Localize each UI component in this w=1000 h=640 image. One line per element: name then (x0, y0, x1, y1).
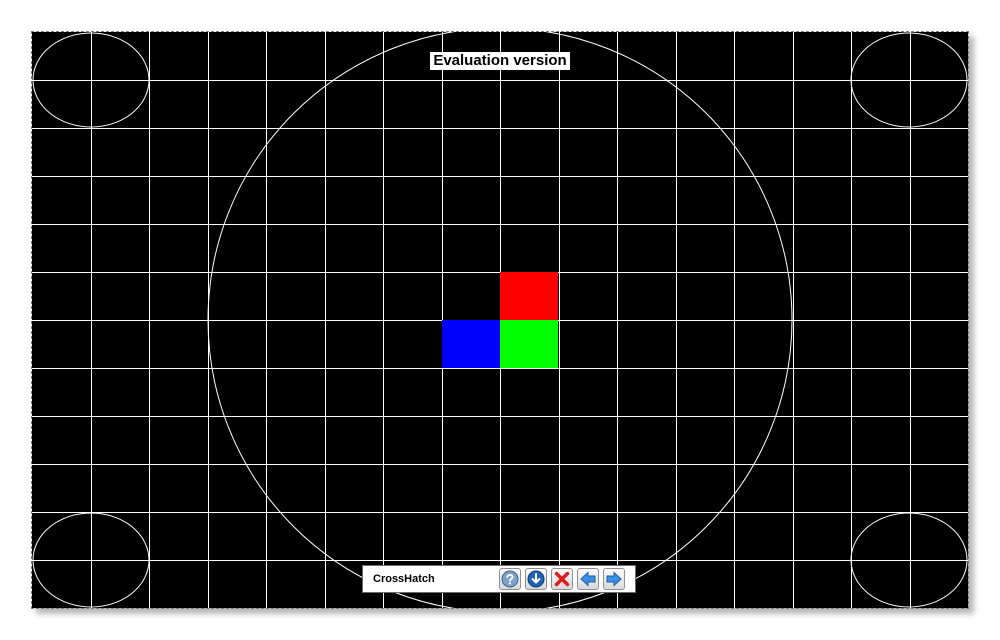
close-button[interactable] (551, 568, 573, 590)
arrow-right-icon (606, 571, 622, 587)
arrow-down-icon (527, 570, 545, 588)
next-button[interactable] (603, 568, 625, 590)
blue-patch (442, 320, 500, 368)
help-button[interactable] (499, 568, 521, 590)
red-patch (500, 272, 558, 320)
next-pattern-down-button[interactable] (525, 568, 547, 590)
previous-button[interactable] (577, 568, 599, 590)
evaluation-version-label: Evaluation version (430, 52, 570, 70)
green-patch (500, 320, 558, 368)
test-pattern-screen: Evaluation version CrossHatch (31, 31, 969, 609)
pattern-toolbar: CrossHatch (362, 565, 636, 593)
close-icon (554, 571, 570, 587)
crosshatch-pattern (32, 32, 968, 608)
question-icon (501, 570, 519, 588)
arrow-left-icon (580, 571, 596, 587)
pattern-name-label: CrossHatch (373, 573, 435, 585)
